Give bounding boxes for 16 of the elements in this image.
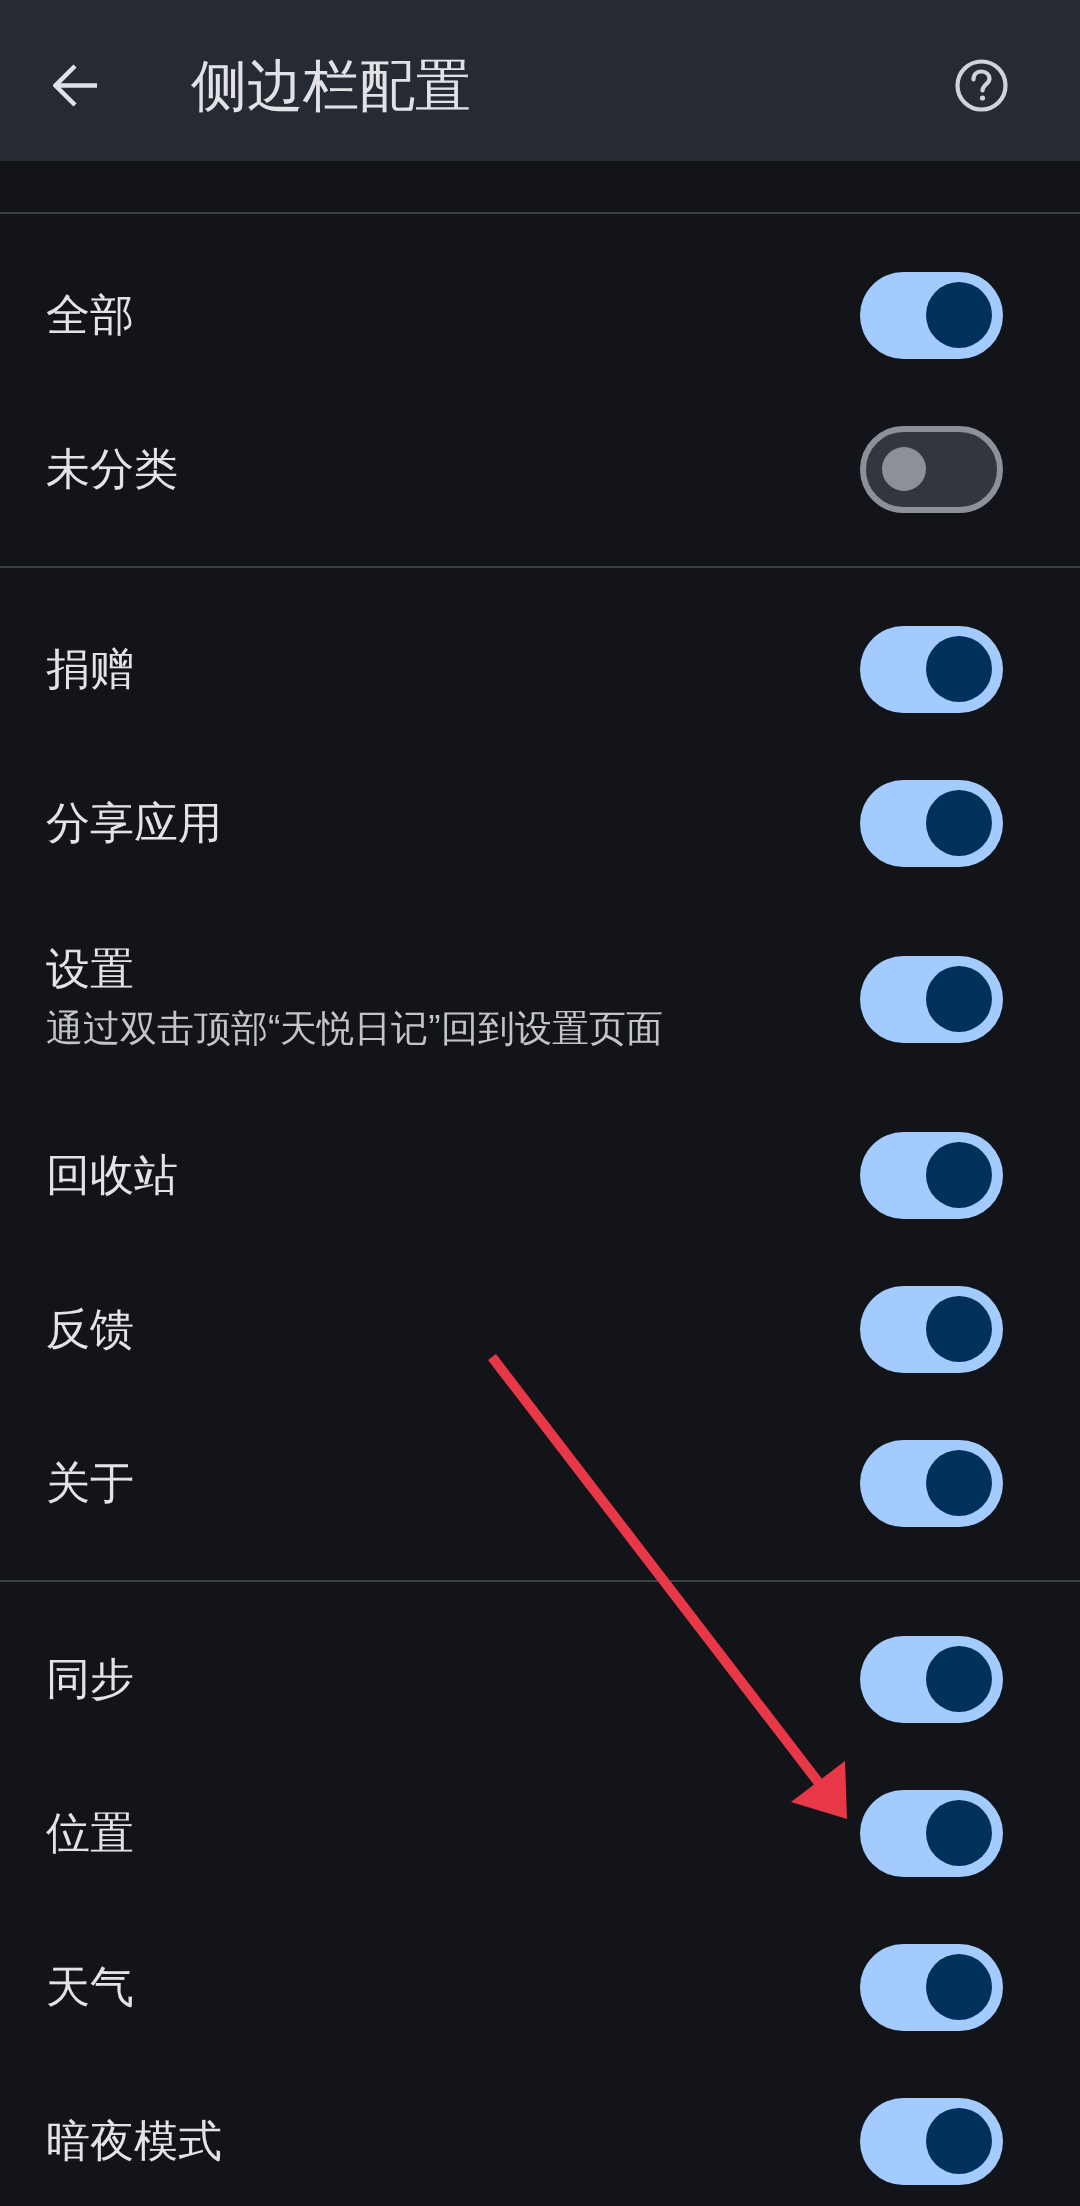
item-label: 未分类: [46, 443, 178, 495]
item-label: 设置: [46, 944, 135, 994]
item-label: 全部: [46, 289, 134, 341]
item-label: 反馈: [46, 1303, 134, 1355]
item-label: 位置: [46, 1807, 134, 1859]
item-description: 通过双击顶部“天悦日记”回到设置页面: [46, 1007, 663, 1051]
item-label: 回收站: [46, 1149, 178, 1201]
item-label: 关于: [46, 1457, 134, 1509]
item-label: 同步: [46, 1653, 134, 1705]
item-label: 暗夜模式: [46, 2115, 222, 2167]
help-icon[interactable]: [955, 59, 1008, 112]
page-title: 侧边栏配置: [191, 53, 471, 118]
back-icon[interactable]: [53, 64, 97, 107]
item-label: 分享应用: [46, 797, 222, 849]
item-label: 天气: [46, 1961, 134, 2013]
item-label: 捐赠: [46, 643, 134, 695]
